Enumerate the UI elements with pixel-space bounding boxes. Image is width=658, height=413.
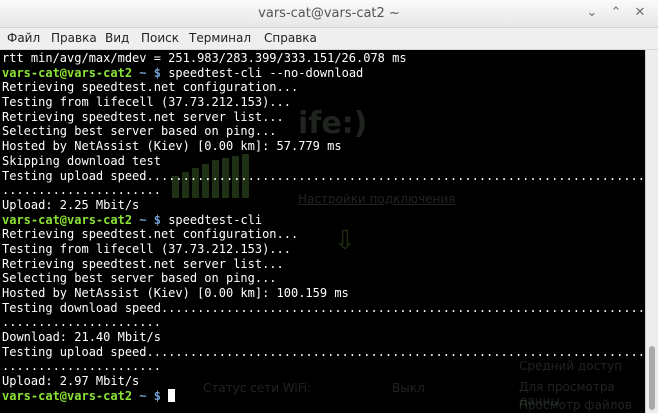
output-line: rtt min/avg/max/mdev = 251.983/283.399/3… [2, 51, 407, 65]
prompt-user: vars-cat@vars-cat2 [2, 388, 133, 403]
minimize-icon[interactable]: ⌄ [584, 5, 600, 21]
output-line: Testing from lifecell (37.73.212.153)... [2, 95, 291, 110]
menu-search[interactable]: Поиск [141, 31, 179, 45]
output-line: ...................... [2, 315, 161, 330]
maximize-icon[interactable]: ⌃ [608, 5, 624, 21]
output-line: Download: 21.40 Mbit/s [2, 330, 161, 345]
prompt-dollar: $ [153, 212, 161, 227]
menu-edit[interactable]: Правка [51, 31, 97, 45]
output-line: ...................... [2, 359, 161, 374]
output-line: Hosted by NetAssist (Kiev) [0.00 km]: 10… [2, 286, 349, 300]
output-line: Selecting best server based on ping... [2, 271, 277, 286]
output-line: Hosted by NetAssist (Kiev) [0.00 km]: 57… [2, 139, 342, 154]
prompt-path: ~ [132, 388, 154, 403]
menu-terminal[interactable]: Терминал [189, 31, 251, 45]
output-line: Testing upload speed....................… [2, 168, 645, 183]
menu-bar: Файл Правка Вид Поиск Терминал Справка [0, 28, 658, 50]
terminal-cursor [168, 388, 176, 402]
prompt-user: vars-cat@vars-cat2 [2, 65, 133, 80]
prompt-line: vars-cat@vars-cat2 ~ $ [2, 388, 645, 404]
command-text: speedtest-cli --no-download [168, 65, 364, 80]
output-line: Upload: 2.25 Mbit/s [2, 197, 140, 212]
menu-view[interactable]: Вид [105, 31, 129, 45]
prompt-line: vars-cat@vars-cat2 ~ $ speedtest-cli --n… [2, 66, 645, 81]
output-line: Upload: 2.97 Mbit/s [2, 374, 140, 389]
prompt-dollar: $ [153, 65, 161, 80]
output-line: Retrieving speedtest.net configuration..… [2, 227, 299, 242]
command-text: speedtest-cli [168, 212, 263, 227]
terminal-window: vars-cat@vars-cat2 ~ ⌄ ⌃ ✕ Файл Правка В… [0, 0, 658, 413]
scrollbar-thumb[interactable] [649, 346, 655, 410]
output-line: Retrieving speedtest.net server list... [2, 109, 284, 124]
prompt-path: ~ [132, 212, 154, 227]
output-line: Testing download speed..................… [2, 300, 645, 315]
output-line: Testing upload speed....................… [2, 344, 645, 359]
prompt-line: vars-cat@vars-cat2 ~ $ speedtest-cli [2, 213, 645, 228]
close-icon[interactable]: ✕ [632, 5, 648, 21]
output-line: Testing from lifecell (37.73.212.153)... [2, 241, 291, 256]
prompt-path: ~ [132, 65, 154, 80]
menu-file[interactable]: Файл [7, 31, 40, 45]
output-line: Retrieving speedtest.net configuration..… [2, 80, 299, 95]
prompt-dollar: $ [153, 388, 161, 403]
terminal-area[interactable]: ife:) Настройки подключения ⇩ Статус сет… [0, 50, 645, 413]
menu-help[interactable]: Справка [264, 31, 317, 45]
prompt-user: vars-cat@vars-cat2 [2, 212, 133, 227]
title-bar[interactable]: vars-cat@vars-cat2 ~ ⌄ ⌃ ✕ [0, 0, 658, 28]
window-title: vars-cat@vars-cat2 ~ [258, 6, 400, 21]
output-line: Selecting best server based on ping... [2, 124, 277, 139]
scrollbar[interactable] [645, 50, 658, 413]
output-line: Retrieving speedtest.net server list... [2, 256, 284, 271]
terminal-output: rtt min/avg/max/mdev = 251.983/283.399/3… [2, 51, 645, 404]
output-line: ...................... [2, 183, 161, 198]
output-line: Skipping download test [2, 153, 161, 168]
